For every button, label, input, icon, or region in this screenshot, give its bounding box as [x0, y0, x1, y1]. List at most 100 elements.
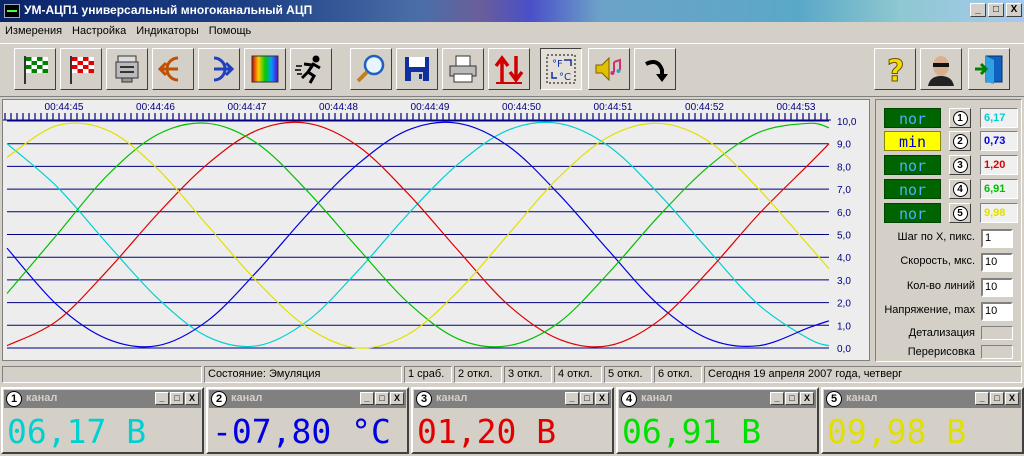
spectrum-button[interactable] [244, 48, 286, 90]
help-button[interactable]: ? [874, 48, 916, 90]
run-button[interactable] [290, 48, 332, 90]
zoom-button[interactable] [350, 48, 392, 90]
stop-flag-icon [70, 56, 94, 84]
title-bar[interactable]: УМ-АЦП1 универсальный многоканальный АЦП… [0, 0, 1024, 22]
status-cell-5: 5 откл. [604, 366, 652, 383]
printer-icon [449, 55, 477, 83]
exit-button[interactable] [968, 48, 1010, 90]
device-icon [115, 55, 139, 83]
input-button[interactable] [152, 48, 194, 90]
menu-measurements[interactable]: Измерения [0, 23, 67, 41]
indicator-close-button[interactable]: X [595, 392, 609, 405]
indicator-value: 06,91 В [622, 412, 762, 451]
user-icon [928, 56, 954, 86]
channel-mode-4[interactable]: nor [884, 179, 941, 199]
channel-button-1[interactable]: 1 [949, 108, 971, 128]
svg-text:°C: °C [559, 72, 571, 83]
sort-arrows-icon [494, 55, 524, 84]
indicator-title-bar[interactable]: 4 канал _ □ X [619, 390, 816, 408]
step-x-input[interactable]: 1 [981, 229, 1013, 248]
maximize-button[interactable]: □ [988, 3, 1004, 17]
chart-canvas: 00:44:45 00:44:46 00:44:47 00:44:48 00:44:49… [3, 102, 857, 355]
redraw-label: Перерисовка [907, 346, 975, 358]
units-button[interactable]: °F °C [540, 48, 582, 90]
indicator-title-bar[interactable]: 5 канал _ □ X [824, 390, 1021, 408]
minimize-button[interactable]: _ [970, 3, 986, 17]
indicator-window-2[interactable]: 2 канал _ □ X -07,80 °С [206, 387, 409, 454]
channel-value-5: 9,98 [980, 203, 1018, 223]
x-tick-label: 00:44:48 [319, 102, 358, 113]
channel-number: 3 [952, 157, 968, 173]
channel-mode-5[interactable]: nor [884, 203, 941, 223]
indicator-maximize-button[interactable]: □ [990, 392, 1004, 405]
close-button[interactable]: X [1006, 3, 1022, 17]
channel-number: 2 [952, 133, 968, 149]
stop-button[interactable] [60, 48, 102, 90]
status-date: Сегодня 19 апреля 2007 года, четверг [704, 366, 1022, 383]
sound-button[interactable] [588, 48, 630, 90]
status-cell-6: 6 откл. [654, 366, 702, 383]
channel-button-5[interactable]: 5 [949, 203, 971, 223]
indicator-minimize-button[interactable]: _ [565, 392, 579, 405]
channel-button-3[interactable]: 3 [949, 155, 971, 175]
indicator-window-4[interactable]: 4 канал _ □ X 06,91 В [616, 387, 819, 454]
save-button[interactable] [396, 48, 438, 90]
sound-icon [595, 56, 621, 82]
print-button[interactable] [442, 48, 484, 90]
status-cell-1: 1 сраб. [404, 366, 452, 383]
device-button[interactable] [106, 48, 148, 90]
series-line-5 [6, 122, 830, 349]
lines-count-input[interactable]: 10 [981, 278, 1013, 297]
output-button[interactable] [198, 48, 240, 90]
indicator-close-button[interactable]: X [390, 392, 404, 405]
redraw-toggle[interactable] [981, 345, 1013, 359]
channel-button-4[interactable]: 4 [949, 179, 971, 199]
channel-mode-1[interactable]: nor [884, 108, 941, 128]
channel-value-1: 6,17 [980, 108, 1018, 128]
indicator-title-bar[interactable]: 3 канал _ □ X [414, 390, 611, 408]
window-title: УМ-АЦП1 универсальный многоканальный АЦП [24, 3, 313, 17]
undo-button[interactable] [634, 48, 676, 90]
signal-chart[interactable]: 00:44:45 00:44:46 00:44:47 00:44:48 00:44:49… [2, 99, 870, 361]
channel-panel: nor 1 6,17 min 2 0,73 nor 3 1,20 nor 4 6,91 nor 5 9,98… [875, 99, 1022, 362]
indicator-minimize-button[interactable]: _ [155, 392, 169, 405]
start-button[interactable] [14, 48, 56, 90]
start-flag-icon [24, 56, 48, 84]
indicator-title-bar[interactable]: 1 канал _ □ X [4, 390, 201, 408]
svg-text:?: ? [887, 54, 904, 86]
indicator-window-1[interactable]: 1 канал _ □ X 06,17 В [1, 387, 204, 454]
indicator-minimize-button[interactable]: _ [770, 392, 784, 405]
output-icon [213, 56, 235, 82]
indicator-minimize-button[interactable]: _ [360, 392, 374, 405]
indicator-maximize-button[interactable]: □ [375, 392, 389, 405]
voltage-max-input[interactable]: 10 [981, 302, 1013, 321]
y-tick-label: 5,0 [837, 231, 851, 242]
user-button[interactable] [920, 48, 962, 90]
y-tick-label: 9,0 [837, 140, 851, 151]
step-x-label: Шаг по X, пикс. [897, 231, 975, 243]
channel-number: 1 [952, 110, 968, 126]
app-icon[interactable] [4, 4, 20, 18]
sort-button[interactable] [488, 48, 530, 90]
indicator-close-button[interactable]: X [185, 392, 199, 405]
indicator-close-button[interactable]: X [1005, 392, 1019, 405]
detail-toggle[interactable] [981, 326, 1013, 340]
speed-input[interactable]: 10 [981, 253, 1013, 272]
indicator-maximize-button[interactable]: □ [785, 392, 799, 405]
indicator-window-3[interactable]: 3 канал _ □ X 01,20 В [411, 387, 614, 454]
menu-indicators[interactable]: Индикаторы [131, 23, 204, 41]
indicator-maximize-button[interactable]: □ [170, 392, 184, 405]
menu-help[interactable]: Помощь [204, 23, 257, 41]
y-tick-label: 4,0 [837, 253, 851, 264]
indicator-title-bar[interactable]: 2 канал _ □ X [209, 390, 406, 408]
indicator-window-5[interactable]: 5 канал _ □ X 09,98 В [821, 387, 1024, 454]
indicator-maximize-button[interactable]: □ [580, 392, 594, 405]
channel-button-2[interactable]: 2 [949, 131, 971, 151]
channel-mode-3[interactable]: nor [884, 155, 941, 175]
channel-mode-2[interactable]: min [884, 131, 941, 151]
menu-settings[interactable]: Настройка [67, 23, 131, 41]
indicator-close-button[interactable]: X [800, 392, 814, 405]
toolbar: °F °C ? [0, 43, 1024, 97]
indicator-minimize-button[interactable]: _ [975, 392, 989, 405]
indicator-label: канал [641, 392, 673, 404]
